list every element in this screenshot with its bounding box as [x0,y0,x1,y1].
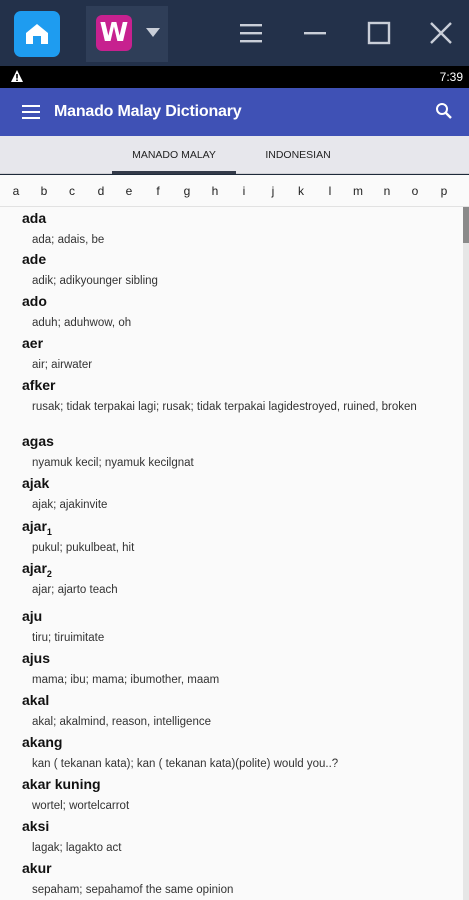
list-item[interactable]: ade [22,251,442,269]
entry-word: agas [22,433,54,449]
entry-word: ajar [22,560,47,576]
alphabet-letter-j[interactable]: j [266,184,280,198]
entry-word: akar kuning [22,776,101,792]
tab-indonesian[interactable]: INDONESIAN [236,136,360,174]
entry-word: ado [22,293,47,309]
entry-definition: sepaham; sepahamof the same opinion [32,884,234,896]
chevron-down-icon[interactable] [146,28,160,37]
list-item[interactable]: ajar1 [22,518,442,537]
close-icon[interactable] [428,20,454,46]
alphabet-letter-p[interactable]: p [437,184,451,198]
list-item[interactable]: aer [22,335,442,353]
list-item[interactable]: ado [22,293,442,311]
alphabet-letter-d[interactable]: d [94,184,108,198]
home-button[interactable] [14,11,60,57]
entry-definition: tiru; tiruimitate [32,632,105,644]
list-item[interactable]: ada [22,210,442,228]
entry-definition: akal; akalmind, reason, intelligence [32,716,211,728]
entry-definition: nyamuk kecil; nyamuk kecilgnat [32,457,194,469]
tab-bar: MANADO MALAY INDONESIAN [0,136,469,174]
alphabet-letter-k[interactable]: k [294,184,308,198]
entry-definition: pukul; pukulbeat, hit [32,542,135,554]
entry-definition: adik; adikyounger sibling [32,275,158,287]
list-item[interactable]: ajar2 [22,560,442,579]
alphabet-letter-o[interactable]: o [408,184,422,198]
entry-definition: air; airwater [32,359,93,371]
entry-word: afker [22,377,56,393]
status-time: 7:39 [439,70,463,84]
entry-word: akal [22,692,50,708]
entry-definition: ajak; ajakinvite [32,499,108,511]
list-item[interactable]: ajak [22,475,442,493]
alphabet-letter-c[interactable]: c [65,184,79,198]
entry-word: aer [22,335,44,351]
warning-icon [11,70,23,82]
entry-sense-number: 2 [46,569,52,580]
home-icon [26,24,48,44]
app-logo-icon: W [96,15,132,51]
entry-word: ade [22,251,47,267]
page-title: Manado Malay Dictionary [54,103,242,120]
entry-word: aksi [22,818,50,834]
entry-word: ada [22,210,47,226]
word-list: ada ada; adais, be ade adik; adikyounger si… [0,207,469,900]
entry-definition: rusak; tidak terpakai lagi; rusak; tidak… [32,401,417,413]
alphabet-letter-b[interactable]: b [37,184,51,198]
alphabet-letter-a[interactable]: a [9,184,23,198]
alphabet-letter-h[interactable]: h [208,184,222,198]
entry-word: ajar [22,518,47,534]
app-bar: Manado Malay Dictionary [0,88,469,136]
minimize-icon[interactable] [302,20,328,46]
entry-word: akur [22,860,52,876]
alphabet-letter-l[interactable]: l [323,184,337,198]
alphabet-letter-n[interactable]: n [380,184,394,198]
menu-icon[interactable] [238,20,264,46]
search-icon[interactable] [435,102,453,120]
list-item[interactable]: akar kuning [22,776,442,794]
list-item[interactable]: akal [22,692,442,710]
entry-definition: mama; ibu; mama; ibumother, maam [32,674,220,686]
scrollbar-thumb[interactable] [463,207,469,243]
alphabet-letter-f[interactable]: f [151,184,165,198]
entry-definition: ajar; ajarto teach [32,584,118,596]
entry-word: ajak [22,475,50,491]
entry-definition: wortel; wortelcarrot [32,800,130,812]
list-item[interactable]: aksi [22,818,442,836]
status-bar: 7:39 [0,66,469,88]
entry-word: akang [22,734,63,750]
app-tab[interactable]: W [86,6,168,62]
alphabet-index: abc de f gh i jk lm no p [0,175,469,207]
scrollbar-track[interactable] [463,207,469,900]
maximize-icon[interactable] [366,20,392,46]
tab-manado-malay[interactable]: MANADO MALAY [112,136,236,174]
alphabet-letter-m[interactable]: m [351,184,365,198]
list-item[interactable]: afker [22,377,442,395]
entry-definition: kan ( tekanan kata); kan ( tekanan kata)… [32,758,339,770]
list-item[interactable]: ajus [22,650,442,668]
entry-definition: aduh; aduhwow, oh [32,317,132,329]
list-item[interactable]: akang [22,734,442,752]
list-item[interactable]: aju [22,608,442,626]
list-item[interactable]: akur [22,860,442,878]
alphabet-letter-i[interactable]: i [237,184,251,198]
entry-word: ajus [22,650,51,666]
list-item[interactable]: agas [22,433,442,451]
entry-definition: ada; adais, be [32,234,105,246]
hamburger-menu-icon[interactable] [22,104,40,120]
emulator-title-bar: W [0,0,469,66]
alphabet-letter-e[interactable]: e [122,184,136,198]
entry-sense-number: 1 [46,527,52,538]
alphabet-letter-g[interactable]: g [180,184,194,198]
entry-definition: lagak; lagakto act [32,842,122,854]
entry-word: aju [22,608,43,624]
